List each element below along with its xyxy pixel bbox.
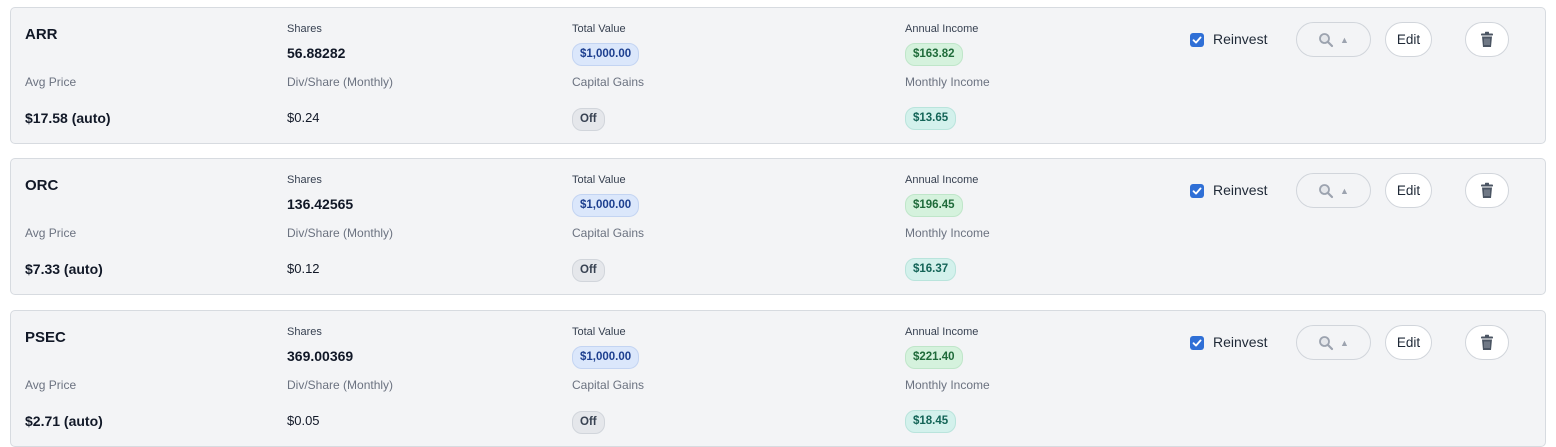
div-share-value: $0.24 (287, 110, 320, 125)
holdings-list: ARR Avg Price $17.58 (auto) Shares 56.88… (0, 0, 1556, 447)
div-share-label: Div/Share (Monthly) (287, 378, 394, 392)
total-value-badge: $1,000.00 (572, 346, 640, 369)
shares-value: 56.88282 (287, 45, 346, 61)
div-share-value: $0.05 (287, 413, 320, 428)
annual-income-badge: $221.40 (905, 346, 963, 369)
shares-value: 369.00369 (287, 348, 354, 364)
caret-up-icon: ▲ (1340, 337, 1349, 348)
shares-value: 136.42565 (287, 196, 354, 212)
edit-button[interactable]: Edit (1385, 325, 1432, 360)
trash-icon (1481, 182, 1493, 198)
monthly-income-label: Monthly Income (905, 75, 990, 89)
capital-gains-badge: Off (572, 108, 605, 131)
shares-label: Shares (287, 326, 322, 338)
monthly-income-label: Monthly Income (905, 378, 990, 392)
total-value-badge: $1,000.00 (572, 43, 640, 66)
capital-gains-badge: Off (572, 411, 605, 434)
trash-icon (1481, 334, 1493, 350)
monthly-income-badge: $13.65 (905, 107, 957, 130)
reinvest-label[interactable]: Reinvest (1213, 182, 1267, 198)
checkmark-icon (1192, 187, 1202, 195)
shares-label: Shares (287, 174, 322, 186)
edit-button[interactable]: Edit (1385, 22, 1432, 57)
holding-card: ORC Avg Price $7.33 (auto) Shares 136.42… (10, 158, 1546, 295)
delete-button[interactable] (1465, 173, 1509, 208)
monthly-income-label: Monthly Income (905, 226, 990, 240)
lookup-toggle-button[interactable]: ▲ (1296, 325, 1371, 360)
monthly-income-badge: $18.45 (905, 410, 957, 433)
caret-up-icon: ▲ (1340, 185, 1349, 196)
magnifier-icon (1319, 183, 1334, 198)
total-value-label: Total Value (572, 174, 626, 186)
checkmark-icon (1192, 36, 1202, 44)
div-share-label: Div/Share (Monthly) (287, 75, 394, 89)
avg-price-value: $2.71 (auto) (25, 413, 103, 429)
ticker-symbol: ARR (25, 26, 58, 43)
lookup-toggle-button[interactable]: ▲ (1296, 173, 1371, 208)
edit-button[interactable]: Edit (1385, 173, 1432, 208)
reinvest-checkbox[interactable] (1190, 336, 1204, 350)
total-value-label: Total Value (572, 326, 626, 338)
checkmark-icon (1192, 339, 1202, 347)
avg-price-label: Avg Price (25, 75, 77, 89)
reinvest-label[interactable]: Reinvest (1213, 334, 1267, 350)
div-share-label: Div/Share (Monthly) (287, 226, 394, 240)
annual-income-label: Annual Income (905, 174, 979, 186)
holding-card: PSEC Avg Price $2.71 (auto) Shares 369.0… (10, 310, 1546, 447)
shares-label: Shares (287, 23, 322, 35)
capital-gains-badge: Off (572, 259, 605, 282)
trash-icon (1481, 31, 1493, 47)
delete-button[interactable] (1465, 22, 1509, 57)
reinvest-checkbox[interactable] (1190, 33, 1204, 47)
total-value-label: Total Value (572, 23, 626, 35)
ticker-symbol: PSEC (25, 329, 66, 346)
avg-price-value: $17.58 (auto) (25, 110, 111, 126)
monthly-income-badge: $16.37 (905, 258, 957, 281)
annual-income-label: Annual Income (905, 326, 979, 338)
annual-income-label: Annual Income (905, 23, 979, 35)
holding-card: ARR Avg Price $17.58 (auto) Shares 56.88… (10, 7, 1546, 144)
avg-price-label: Avg Price (25, 378, 77, 392)
total-value-badge: $1,000.00 (572, 194, 640, 217)
capital-gains-label: Capital Gains (572, 378, 645, 392)
magnifier-icon (1319, 32, 1334, 47)
annual-income-badge: $163.82 (905, 43, 963, 66)
ticker-symbol: ORC (25, 177, 59, 194)
caret-up-icon: ▲ (1340, 34, 1349, 45)
avg-price-value: $7.33 (auto) (25, 261, 103, 277)
div-share-value: $0.12 (287, 261, 320, 276)
annual-income-badge: $196.45 (905, 194, 963, 217)
capital-gains-label: Capital Gains (572, 75, 645, 89)
lookup-toggle-button[interactable]: ▲ (1296, 22, 1371, 57)
reinvest-label[interactable]: Reinvest (1213, 31, 1267, 47)
avg-price-label: Avg Price (25, 226, 77, 240)
reinvest-checkbox[interactable] (1190, 184, 1204, 198)
delete-button[interactable] (1465, 325, 1509, 360)
capital-gains-label: Capital Gains (572, 226, 645, 240)
magnifier-icon (1319, 335, 1334, 350)
